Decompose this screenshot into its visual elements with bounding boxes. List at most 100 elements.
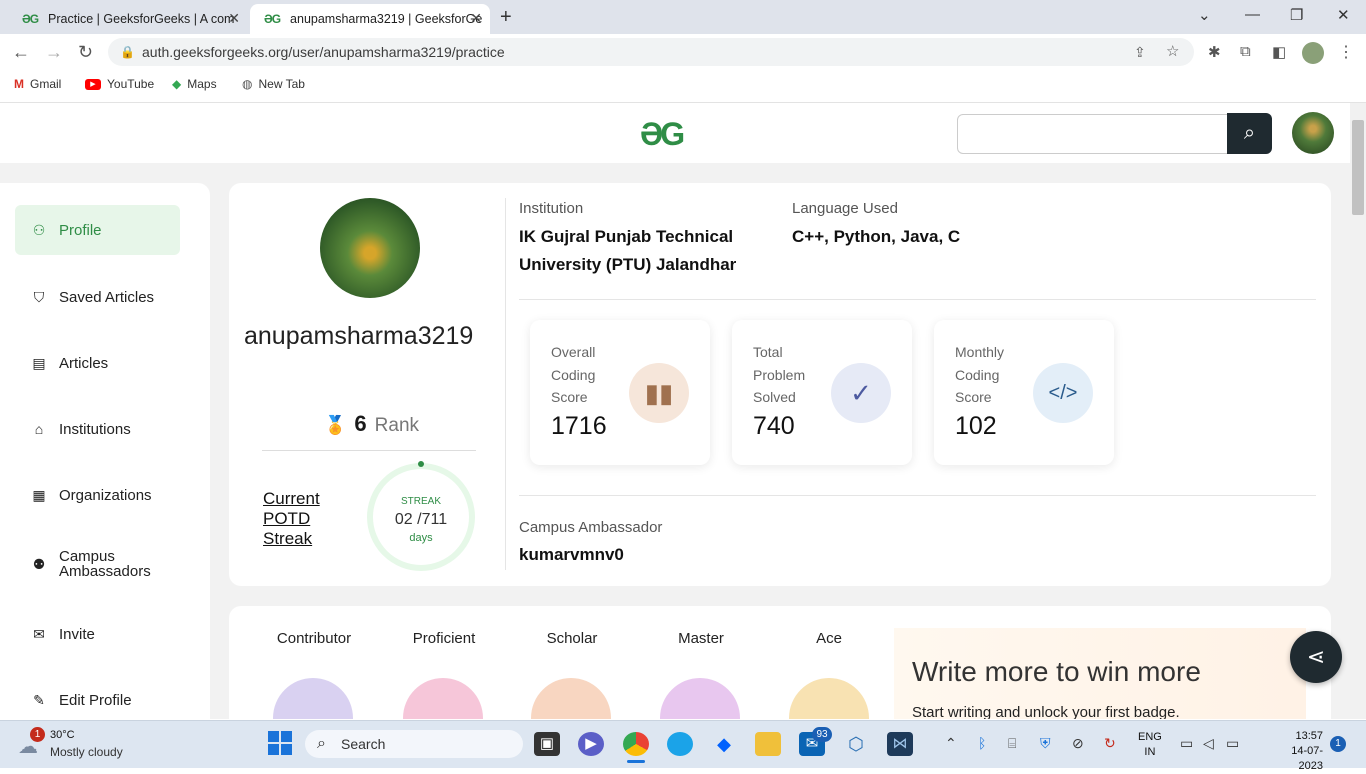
vscode-icon[interactable]: ⋈ (887, 732, 913, 756)
gfg-logo[interactable]: ƏG (640, 116, 685, 153)
task-view-icon[interactable]: ▣ (534, 732, 560, 756)
badge-scholar-label: Scholar (546, 630, 598, 647)
url-text: auth.geeksforgeeks.org/user/anupamsharma… (142, 44, 505, 60)
weather-desc[interactable]: Mostly cloudy (50, 745, 123, 759)
stat-card-monthly-score: Monthly Coding Score 102 </> (934, 320, 1114, 465)
extensions-icon[interactable]: ⧉ (1240, 43, 1251, 60)
maximize-button[interactable]: ❐ (1290, 6, 1303, 24)
mail-icon: ✉ (33, 625, 45, 642)
share-icon: ⋖ (1306, 644, 1326, 669)
person-badge-icon[interactable] (403, 678, 483, 719)
close-icon[interactable]: ✕ (470, 10, 482, 27)
sidebar-item-profile[interactable]: ⚇ Profile (15, 205, 180, 255)
battery-icon[interactable]: ▭ (1226, 735, 1239, 752)
stat-value: 740 (753, 412, 795, 440)
volume-icon[interactable]: ◁ (1203, 735, 1214, 752)
medal-icon: 🏅 (324, 415, 347, 435)
chrome-icon[interactable] (623, 732, 649, 756)
taskbar-search[interactable]: ⌕ Search (305, 730, 523, 758)
chevron-up-icon[interactable]: ⌃ (945, 735, 957, 752)
badge-proficient-label: Proficient (412, 630, 476, 647)
bug-icon[interactable]: ✱ (1208, 43, 1221, 61)
share-button[interactable]: ⋖ (1290, 631, 1342, 683)
campus-value[interactable]: kumarvmnv0 (519, 541, 624, 569)
bookmark-youtube[interactable]: ▶ YouTube (85, 77, 154, 91)
stat-label: Monthly Coding Score (955, 344, 1005, 405)
diamond-icon[interactable] (789, 678, 869, 719)
promo-subtitle: Start writing and unlock your first badg… (912, 704, 1180, 719)
mail-badge: 93 (812, 727, 832, 742)
display-icon[interactable]: ▭ (1180, 735, 1193, 752)
chevron-down-icon[interactable]: ⌄ (1198, 6, 1211, 24)
weather-badge: 1 (30, 727, 45, 742)
notification-badge[interactable]: 1 (1330, 736, 1346, 752)
3d-box-icon[interactable]: ⬡ (843, 732, 869, 756)
teams-icon[interactable]: ▶ (578, 732, 604, 756)
bookmark-label: Maps (187, 77, 217, 91)
bookmark-maps[interactable]: ◆ Maps (172, 77, 217, 91)
chat-icon[interactable]: ⌸ (1008, 735, 1016, 752)
stat-value: 102 (955, 412, 997, 440)
cloud-off-icon[interactable]: ⊘ (1072, 735, 1084, 752)
profile-avatar[interactable] (1302, 42, 1324, 64)
divider (519, 299, 1316, 300)
address-bar[interactable]: 🔒 auth.geeksforgeeks.org/user/anupamshar… (108, 38, 1194, 66)
language-indicator[interactable]: ENG IN (1138, 730, 1162, 760)
minimize-button[interactable]: — (1245, 6, 1260, 23)
gmail-icon: M (14, 77, 24, 91)
windows-start-icon[interactable] (268, 731, 292, 755)
bookmark-gmail[interactable]: M Gmail (14, 77, 61, 91)
sidebar-item-organizations[interactable]: ▦ Organizations (15, 470, 180, 520)
active-app-indicator (627, 760, 645, 763)
graduation-cap-icon[interactable] (531, 678, 611, 719)
language-label: Language Used (792, 200, 898, 217)
scrollbar-thumb[interactable] (1352, 120, 1364, 215)
star-icon[interactable]: ☆ (1166, 38, 1179, 66)
tab-profile[interactable]: ƏG anupamsharma3219 | GeeksforGe ✕ (250, 4, 490, 34)
new-tab-button[interactable]: + (500, 6, 512, 29)
sidebar-item-campus-ambassadors[interactable]: ⚉ Campus Ambassadors (15, 539, 180, 589)
bluetooth-icon[interactable]: ᛒ (978, 735, 986, 751)
write-more-promo: Write more to win more Start writing and… (894, 628, 1306, 719)
forward-button[interactable]: → (45, 42, 63, 63)
edge-icon[interactable] (667, 732, 693, 756)
star-icon[interactable] (273, 678, 353, 719)
streak-progress-dot (418, 461, 424, 467)
bookmark-new-tab[interactable]: ◍ New Tab (242, 77, 305, 91)
share-page-icon[interactable]: ⇪ (1134, 38, 1146, 66)
clock[interactable]: 13:57 14-07-2023 (1268, 729, 1323, 774)
sidebar-item-edit-profile[interactable]: ✎ Edit Profile (15, 675, 180, 719)
tab-title: anupamsharma3219 | GeeksforGe (290, 12, 483, 26)
bookmark-label: Gmail (30, 77, 62, 91)
back-button[interactable]: ← (12, 42, 30, 63)
crown-icon[interactable] (660, 678, 740, 719)
potd-streak-link[interactable]: Current POTD Streak (263, 489, 353, 549)
sidebar-item-articles[interactable]: ▤ Articles (15, 338, 180, 388)
close-window-button[interactable]: ✕ (1337, 6, 1350, 24)
dropbox-icon[interactable]: ◆ (711, 732, 737, 756)
shield-icon[interactable]: ⛨ (1040, 735, 1051, 752)
search-input[interactable] (957, 114, 1229, 154)
menu-icon[interactable]: ⋮ (1338, 42, 1354, 62)
sidebar-item-saved-articles[interactable]: ⛉ Saved Articles (15, 272, 180, 322)
reload-button[interactable]: ↻ (78, 42, 93, 63)
document-icon: ▤ (32, 354, 46, 371)
badge-ace-label: Ace (816, 630, 842, 647)
institution-value[interactable]: IK Gujral Punjab Technical University (P… (519, 223, 759, 279)
person-icon: ⚇ (32, 221, 46, 238)
badge-master-label: Master (678, 630, 724, 647)
folder-icon[interactable] (755, 732, 781, 756)
sidebar-item-institutions[interactable]: ⌂ Institutions (15, 404, 180, 454)
close-icon[interactable]: ✕ (228, 10, 240, 27)
stat-card-overall-score: Overall Coding Score 1716 ▮▮ (530, 320, 710, 465)
tab-practice[interactable]: ƏG Practice | GeeksforGeeks | A com ✕ (8, 4, 248, 34)
avatar[interactable] (1292, 112, 1334, 154)
search-button[interactable]: ⌕ (1227, 113, 1272, 154)
side-panel-icon[interactable]: ◧ (1272, 43, 1286, 61)
rank-label: Rank (374, 415, 420, 436)
gfg-icon: ƏG (22, 12, 39, 26)
language-value: C++, Python, Java, C (792, 227, 961, 246)
sidebar-item-invite[interactable]: ✉ Invite (15, 609, 180, 659)
weather-temp[interactable]: 30°C (50, 729, 75, 741)
sync-icon[interactable]: ↻ (1104, 735, 1116, 752)
